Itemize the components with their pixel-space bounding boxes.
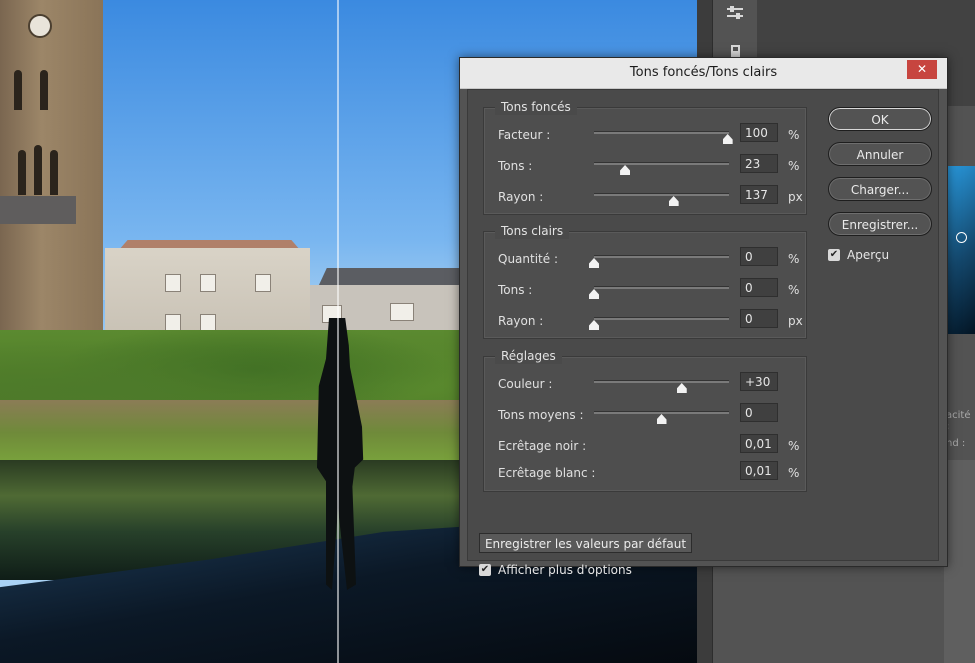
unit-label: % [788, 439, 800, 453]
highlights-tone-label: Tons : [498, 283, 533, 297]
unit-label: % [788, 466, 800, 480]
preview-label: Aperçu [847, 248, 890, 262]
highlights-radius-label: Rayon : [498, 314, 544, 328]
preview-checkbox[interactable]: ✔ [828, 249, 840, 261]
shadows-tone-slider[interactable] [594, 162, 729, 165]
adjustments-group: Réglages Couleur : +30 Tons moyens : 0 E… [483, 348, 807, 492]
highlights-tone-field[interactable]: 0 [740, 278, 778, 297]
close-icon: ✕ [916, 62, 928, 76]
house-window [390, 303, 414, 321]
tower-window [18, 150, 26, 195]
shadows-highlights-dialog: Tons foncés/Tons clairs ✕ Tons foncés Fa… [459, 57, 948, 577]
midtone-slider[interactable] [594, 411, 729, 414]
shadows-tone-label: Tons : [498, 159, 533, 173]
dialog-titlebar[interactable]: Tons foncés/Tons clairs ✕ [460, 58, 947, 89]
shadows-tone-field[interactable]: 23 [740, 154, 778, 173]
tower-window [14, 70, 22, 110]
unit-label: % [788, 159, 800, 173]
more-options-label: Afficher plus d'options [498, 563, 632, 577]
unit-label: px [788, 314, 803, 328]
color-picker-field[interactable] [944, 166, 975, 334]
house-window [255, 274, 271, 292]
white-clip-label: Ecrêtage blanc : [498, 466, 596, 480]
fill-label: nd : [946, 438, 966, 449]
clock-face [28, 14, 52, 38]
church-tower [0, 0, 103, 345]
shadows-amount-field[interactable]: 100 [740, 123, 778, 142]
unit-label: % [788, 252, 800, 266]
shadows-amount-slider[interactable] [594, 131, 729, 134]
river-bank [0, 400, 460, 465]
more-options-checkbox[interactable]: ✔ [479, 564, 491, 576]
color-correction-slider[interactable] [594, 380, 729, 383]
highlights-radius-field[interactable]: 0 [740, 309, 778, 328]
highlights-tone-slider[interactable] [594, 286, 729, 289]
shadows-radius-slider[interactable] [594, 193, 729, 196]
sliders-icon[interactable] [725, 4, 745, 24]
color-picker-cursor[interactable] [956, 232, 967, 243]
checkmark-icon: ✔ [480, 564, 490, 575]
dialog-body: Tons foncés Facteur : 100 % Tons : 23 % … [467, 89, 939, 577]
save-defaults-button[interactable]: Enregistrer les valeurs par défaut [479, 533, 692, 553]
midtone-label: Tons moyens : [498, 408, 584, 422]
highlights-radius-slider[interactable] [594, 317, 729, 320]
tower-window [34, 145, 42, 195]
shadows-radius-label: Rayon : [498, 190, 544, 204]
house-window [200, 274, 216, 292]
opacity-label: acité : [946, 410, 971, 432]
color-correction-field[interactable]: +30 [740, 372, 778, 391]
unit-label: % [788, 128, 800, 142]
highlights-group: Tons clairs Quantité : 0 % Tons : 0 % Ra… [483, 223, 807, 339]
unit-label: % [788, 283, 800, 297]
tower-window [50, 150, 58, 195]
ok-button[interactable]: OK [828, 107, 932, 131]
shadows-amount-label: Facteur : [498, 128, 551, 142]
highlights-amount-label: Quantité : [498, 252, 558, 266]
dialog-title: Tons foncés/Tons clairs [629, 65, 778, 80]
checkmark-icon: ✔ [829, 249, 839, 260]
cancel-button[interactable]: Annuler [828, 142, 932, 166]
close-button[interactable]: ✕ [907, 60, 937, 79]
black-clip-field[interactable]: 0,01 [740, 434, 778, 453]
color-correction-label: Couleur : [498, 377, 553, 391]
save-button[interactable]: Enregistrer... [828, 212, 932, 236]
white-clip-field[interactable]: 0,01 [740, 461, 778, 480]
shadows-group-title: Tons foncés [495, 99, 577, 115]
house-window [165, 274, 181, 292]
highlights-amount-field[interactable]: 0 [740, 247, 778, 266]
unit-label: px [788, 190, 803, 204]
load-button[interactable]: Charger... [828, 177, 932, 201]
shadows-group: Tons foncés Facteur : 100 % Tons : 23 % … [483, 99, 807, 215]
shadows-radius-field[interactable]: 137 [740, 185, 778, 204]
black-clip-label: Ecrêtage noir : [498, 439, 587, 453]
highlights-group-title: Tons clairs [495, 223, 570, 239]
tower-window [40, 70, 48, 110]
guide-line [337, 0, 339, 663]
layers-panel [944, 460, 975, 663]
adjustments-group-title: Réglages [495, 348, 562, 364]
church-roof [0, 196, 76, 224]
midtone-field[interactable]: 0 [740, 403, 778, 422]
highlights-amount-slider[interactable] [594, 255, 729, 258]
